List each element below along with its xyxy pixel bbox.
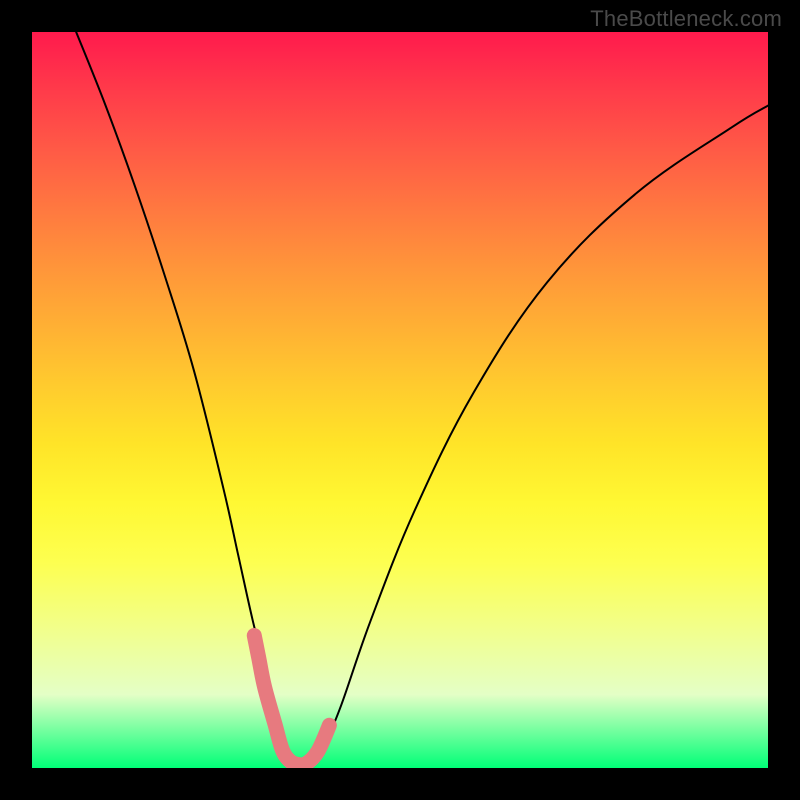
curve-layer: [32, 32, 768, 768]
plot-area: [32, 32, 768, 768]
bottleneck-curve: [76, 32, 768, 765]
highlight-segment: [254, 636, 329, 765]
chart-frame: TheBottleneck.com: [0, 0, 800, 800]
watermark-text: TheBottleneck.com: [590, 6, 782, 32]
